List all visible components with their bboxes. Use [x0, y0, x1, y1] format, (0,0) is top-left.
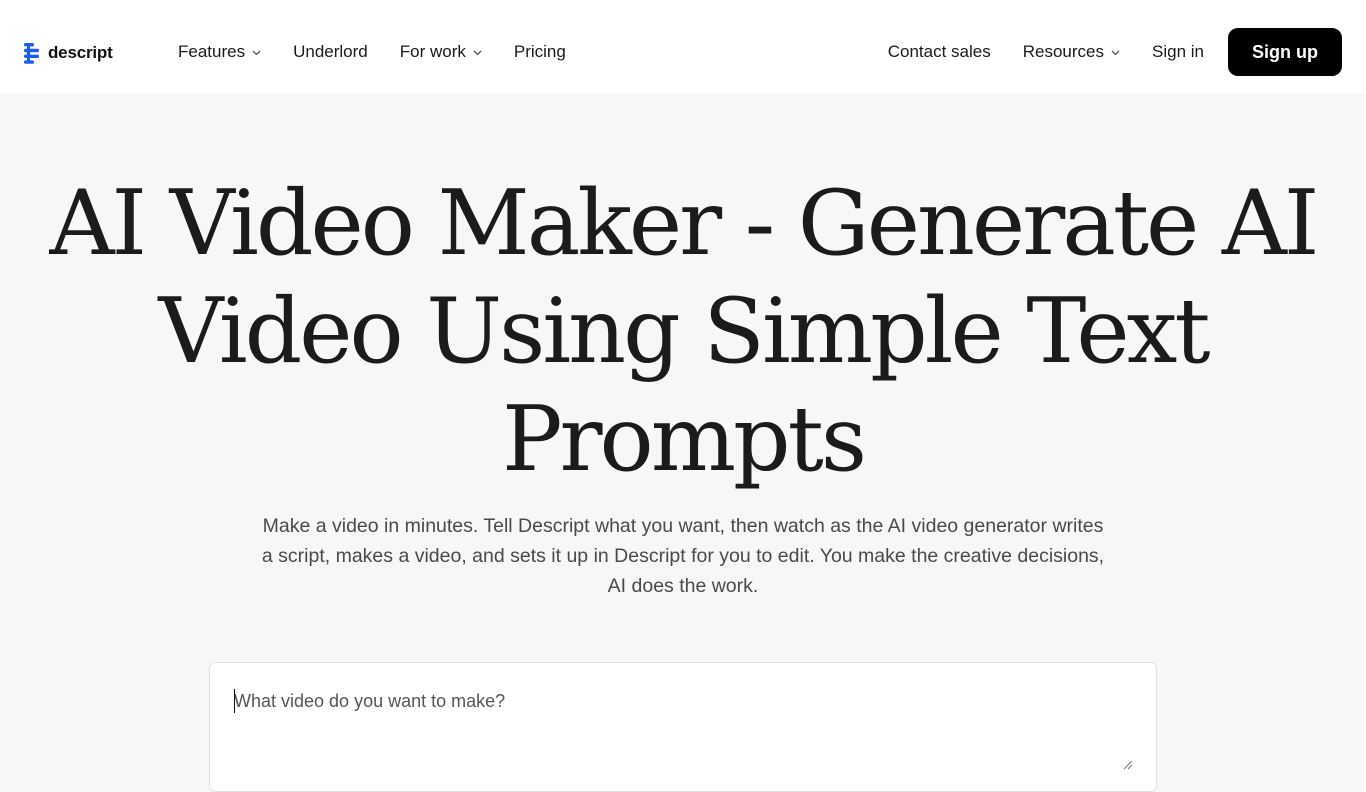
secondary-nav: Contact sales Resources Sign in Sign up — [888, 28, 1342, 76]
resize-handle-icon[interactable] — [1121, 758, 1133, 770]
prompt-box — [209, 662, 1157, 792]
nav-item-label: Underlord — [293, 42, 368, 61]
hero-subtitle: Make a video in minutes. Tell Descript w… — [261, 515, 1105, 597]
top-navbar: descript Features Underlord For work Pri… — [0, 0, 1366, 93]
sign-up-button[interactable]: Sign up — [1228, 28, 1342, 76]
descript-logo-icon — [24, 42, 39, 64]
nav-item-features[interactable]: Features — [178, 42, 261, 62]
brand-name: descript — [48, 43, 113, 62]
page-title: AI Video Maker - Generate AI Video Using… — [49, 171, 1320, 492]
nav-item-underlord[interactable]: Underlord — [293, 42, 368, 62]
nav-item-label: Features — [178, 42, 246, 61]
nav-item-sign-in[interactable]: Sign in — [1152, 42, 1204, 62]
chevron-down-icon — [252, 50, 261, 55]
primary-nav: Features Underlord For work Pricing — [178, 38, 566, 66]
nav-item-label: Sign in — [1152, 42, 1204, 61]
nav-item-for-work[interactable]: For work — [400, 42, 482, 62]
chevron-down-icon — [1111, 50, 1120, 55]
chevron-down-icon — [473, 50, 482, 55]
nav-item-resources[interactable]: Resources — [1023, 42, 1120, 62]
nav-item-label: Contact sales — [887, 42, 991, 61]
video-prompt-input[interactable] — [234, 689, 1134, 749]
text-caret — [234, 689, 235, 713]
nav-item-contact-sales[interactable]: Contact sales — [888, 42, 991, 62]
nav-item-pricing[interactable]: Pricing — [514, 42, 566, 62]
nav-item-label: Pricing — [513, 42, 566, 61]
descript-logo[interactable]: descript — [24, 42, 113, 64]
nav-item-label: Resources — [1022, 42, 1105, 61]
nav-item-label: For work — [399, 42, 466, 61]
